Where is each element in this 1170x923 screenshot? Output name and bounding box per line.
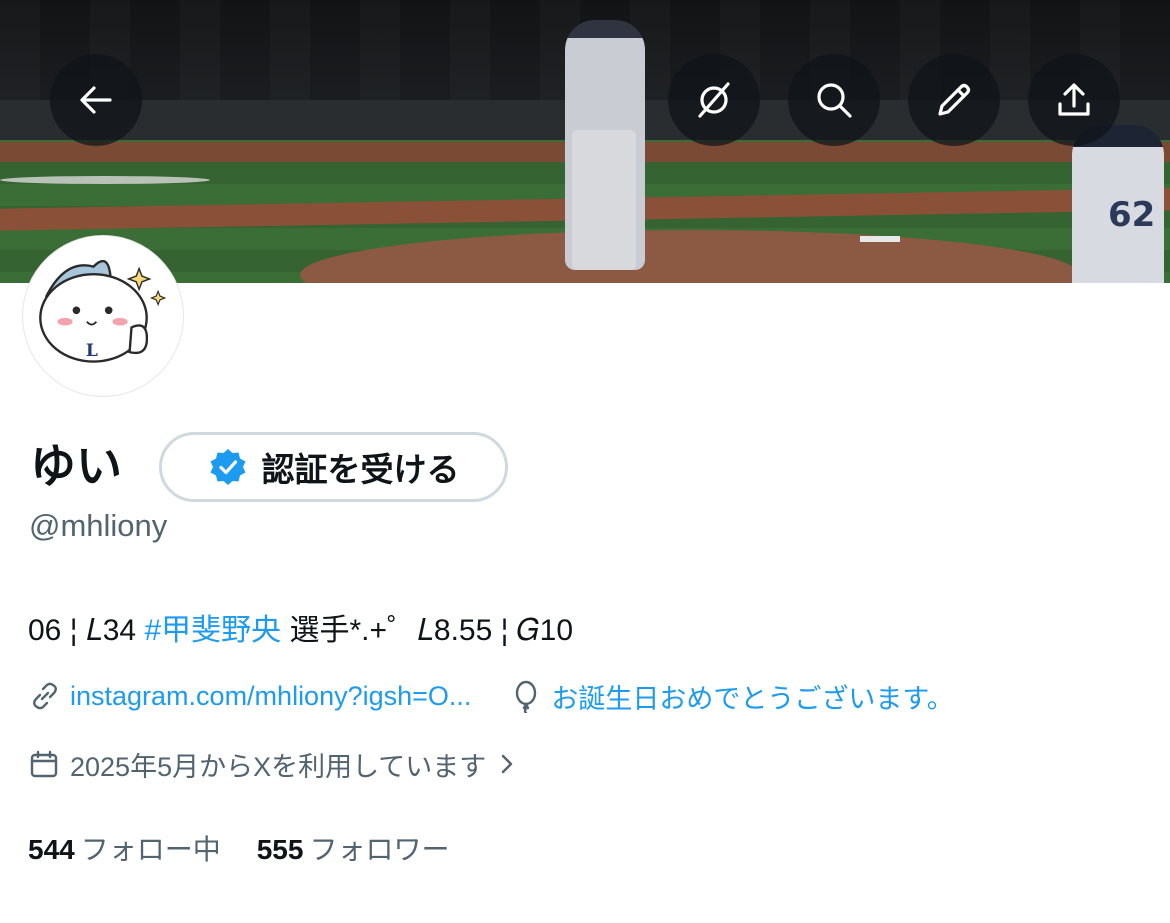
banner-jersey-number: 62 bbox=[1108, 195, 1156, 235]
search-button[interactable] bbox=[788, 54, 880, 146]
edit-button[interactable] bbox=[908, 54, 1000, 146]
chevron-right-icon bbox=[502, 754, 513, 774]
profile-meta-row: instagram.com/mhliony?igsh=O... お誕生日おめでと… bbox=[28, 674, 954, 718]
follow-stats: 544 フォロー中 555 フォロワー bbox=[28, 828, 449, 868]
birthday-item[interactable]: お誕生日おめでとうございます。 bbox=[509, 677, 954, 716]
arrow-left-icon bbox=[80, 86, 112, 114]
banner-pitcher-legs bbox=[572, 130, 636, 270]
pencil-icon bbox=[938, 83, 971, 116]
profile-website-link[interactable]: instagram.com/mhliony?igsh=O... bbox=[70, 681, 471, 712]
bio-suffix: 選手*.+゜𝐿8.55 ¦ 𝐺10 bbox=[281, 614, 574, 647]
birthday-text[interactable]: お誕生日おめでとうございます。 bbox=[551, 677, 953, 716]
following-count: 544 bbox=[28, 834, 75, 865]
user-handle: @mhliony bbox=[29, 508, 168, 543]
bio: 06 ¦ 𝐿34 #甲斐野央 選手*.+゜𝐿8.55 ¦ 𝐺10 bbox=[28, 605, 573, 649]
grok-button[interactable] bbox=[668, 54, 760, 146]
following-stat[interactable]: 544 フォロー中 bbox=[28, 828, 221, 868]
followers-stat[interactable]: 555 フォロワー bbox=[257, 828, 450, 868]
grok-icon bbox=[698, 82, 730, 118]
calendar-icon bbox=[30, 750, 58, 778]
share-icon bbox=[1058, 83, 1090, 116]
joined-date-row[interactable]: 2025年5月からXを利用しています bbox=[28, 742, 520, 786]
followers-label: フォロワー bbox=[309, 834, 450, 865]
joined-date-text: 2025年5月からXを利用しています bbox=[70, 751, 487, 782]
search-icon bbox=[817, 83, 852, 118]
verified-badge-icon bbox=[210, 449, 245, 485]
bio-prefix: 06 ¦ 𝐿34 bbox=[28, 614, 145, 647]
get-verified-button[interactable]: 認証を受ける bbox=[159, 432, 508, 502]
avatar-illustration: L bbox=[27, 240, 179, 392]
get-verified-label: 認証を受ける bbox=[261, 451, 460, 488]
share-button[interactable] bbox=[1028, 54, 1120, 146]
banner-pitchers-rubber bbox=[860, 236, 900, 242]
banner-chalk-line bbox=[0, 176, 210, 184]
followers-count: 555 bbox=[256, 834, 304, 865]
link-icon bbox=[33, 682, 57, 710]
back-button[interactable] bbox=[50, 54, 142, 146]
svg-text:L: L bbox=[86, 341, 98, 361]
balloon-icon bbox=[516, 680, 537, 713]
avatar[interactable]: L bbox=[23, 236, 183, 396]
display-name: ゆい bbox=[30, 440, 122, 492]
bio-hashtag-link[interactable]: #甲斐野央 bbox=[144, 614, 281, 647]
following-label: フォロー中 bbox=[80, 834, 221, 865]
profile-banner[interactable]: 62 bbox=[0, 0, 1170, 283]
